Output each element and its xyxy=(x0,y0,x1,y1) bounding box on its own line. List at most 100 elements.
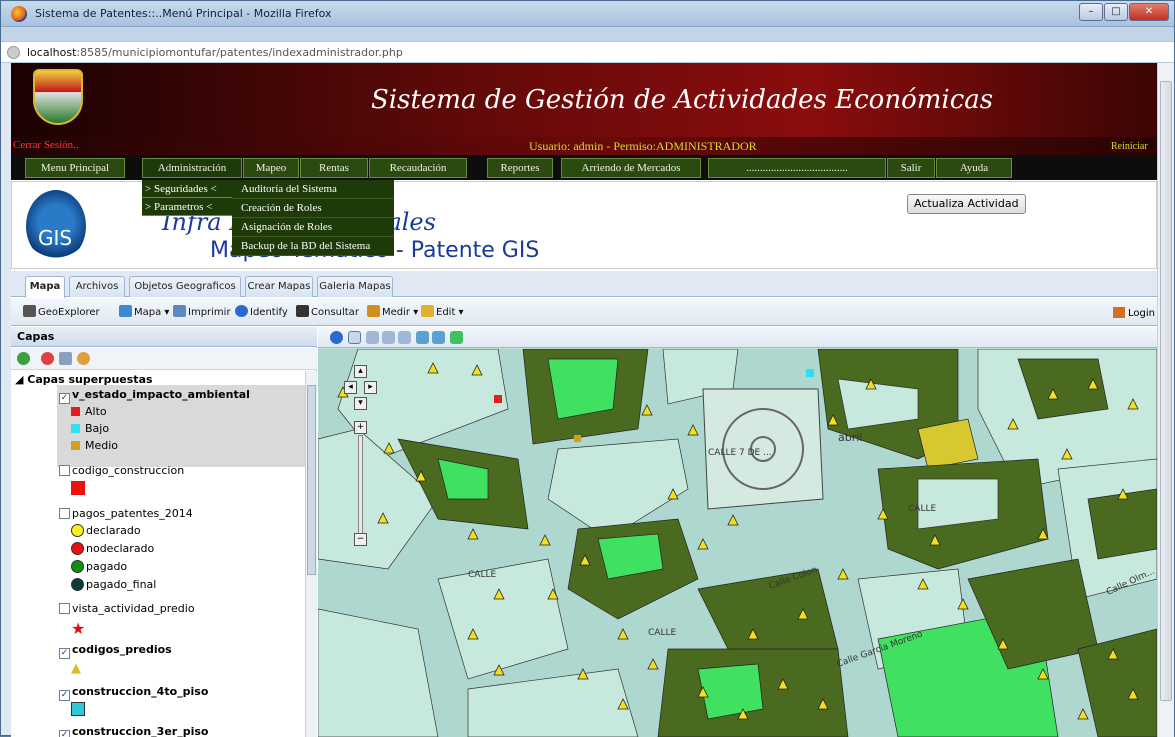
zoom-in-button[interactable]: + xyxy=(354,421,367,434)
submenu-asignacion-roles[interactable]: Asignación de Roles xyxy=(232,218,394,237)
layer-style-icon[interactable] xyxy=(77,352,90,365)
consultar-button[interactable]: Consultar xyxy=(296,305,359,318)
menu-item-arriendo-mercados[interactable]: Arriendo de Mercados xyxy=(561,158,701,178)
municipal-seal-logo xyxy=(33,69,83,125)
menu-item-mapeo[interactable]: Mapeo xyxy=(243,158,299,178)
layers-panel: Capas ◢ Capas superpuestas ✓ v_estado_imp… xyxy=(11,327,317,737)
submenu-seguridades[interactable]: > Seguridades < xyxy=(142,180,233,198)
full-extent-icon[interactable] xyxy=(450,331,463,344)
add-layer-icon[interactable] xyxy=(17,352,30,365)
firefox-icon xyxy=(11,6,27,22)
close-button[interactable]: ✕ xyxy=(1129,3,1169,21)
zoom-box-icon[interactable] xyxy=(398,331,411,344)
legend-dot xyxy=(71,560,84,573)
submenu-backup-bd[interactable]: Backup de la BD del Sistema xyxy=(232,237,394,256)
maximize-button[interactable]: □ xyxy=(1104,3,1128,21)
layer-item[interactable]: pagos_patentes_2014 xyxy=(59,507,193,520)
actualiza-actividad-button[interactable]: Actualiza Actividad xyxy=(907,194,1026,214)
legend-swatch xyxy=(71,407,80,416)
pan-right-button[interactable]: ▸ xyxy=(364,381,377,394)
checkbox-unchecked[interactable] xyxy=(59,508,70,519)
address-bar[interactable]: localhost:8585/municipiomontufar/patente… xyxy=(1,41,1174,63)
legend-item: Medio xyxy=(71,439,118,452)
app-title: Sistema de Gestión de Actividades Económ… xyxy=(371,85,994,115)
pan-up-button[interactable]: ▴ xyxy=(354,365,367,378)
mapa-menu-button[interactable]: Mapa ▾ xyxy=(119,305,169,318)
menu-item-recaudacion[interactable]: Recaudación xyxy=(369,158,467,178)
page-scroll-thumb[interactable] xyxy=(1160,81,1172,701)
menu-item-ayuda[interactable]: Ayuda xyxy=(936,158,1012,178)
legend-dot xyxy=(71,542,84,555)
user-info-bar: Cerrar Sesión.. Usuario: admin - Permiso… xyxy=(11,137,1157,155)
map-panel[interactable]: CALLE 7 DE ... CALLE Calle Colon Calle G… xyxy=(318,327,1157,737)
map-canvas[interactable]: CALLE 7 DE ... CALLE Calle Colon Calle G… xyxy=(318,348,1157,737)
zoom-in-icon[interactable] xyxy=(366,331,379,344)
menu-item-rentas[interactable]: Rentas xyxy=(300,158,368,178)
page-scrollbar[interactable] xyxy=(1157,63,1174,737)
medir-button[interactable]: Medir ▾ xyxy=(367,305,418,318)
checkbox-unchecked[interactable] xyxy=(59,603,70,614)
checkbox-checked[interactable]: ✓ xyxy=(59,648,70,659)
layer-properties-icon[interactable] xyxy=(59,352,72,365)
next-extent-icon[interactable] xyxy=(432,331,445,344)
street-label: abril xyxy=(838,431,862,444)
globe-icon xyxy=(7,46,20,59)
key-icon xyxy=(1113,307,1125,318)
checkbox-checked[interactable]: ✓ xyxy=(59,393,70,404)
tab-archivos[interactable]: Archivos xyxy=(69,276,125,297)
star-icon: ★ xyxy=(71,619,86,638)
menu-item-dots[interactable]: ..................................... xyxy=(708,158,886,178)
layers-toolbar xyxy=(11,348,317,370)
layer-group-label[interactable]: ◢ Capas superpuestas xyxy=(15,373,153,386)
identify-button[interactable]: Identify xyxy=(235,305,288,318)
menu-item-menu-principal[interactable]: Menu Principal xyxy=(25,158,125,178)
scroll-thumb[interactable] xyxy=(307,385,316,575)
previous-extent-icon[interactable] xyxy=(416,331,429,344)
submenu-auditoria[interactable]: Auditoría del Sistema xyxy=(232,180,394,199)
layer-item[interactable]: ✓ construccion_4to_piso xyxy=(59,685,208,701)
login-button[interactable]: Login xyxy=(1113,307,1155,319)
legend-swatch xyxy=(71,424,80,433)
tab-objetos-geograficos[interactable]: Objetos Geograficos xyxy=(129,276,241,297)
menu-item-reportes[interactable]: Reportes xyxy=(487,158,553,178)
layer-item[interactable]: codigo_construccion xyxy=(59,464,184,477)
reiniciar-link[interactable]: Reiniciar xyxy=(1111,141,1148,152)
pan-left-button[interactable]: ◂ xyxy=(344,381,357,394)
minimize-button[interactable]: – xyxy=(1079,3,1103,21)
checkbox-unchecked[interactable] xyxy=(59,465,70,476)
tab-mapa[interactable]: Mapa xyxy=(25,276,65,298)
zoom-out-icon[interactable] xyxy=(382,331,395,344)
layer-tree-scrollbar[interactable] xyxy=(305,371,317,737)
map-svg[interactable]: CALLE 7 DE ... CALLE Calle Colon Calle G… xyxy=(318,348,1157,737)
menu-item-administracion[interactable]: Administración xyxy=(142,158,242,178)
checkbox-checked[interactable]: ✓ xyxy=(59,690,70,701)
printer-icon xyxy=(173,305,186,317)
url-text[interactable]: localhost:8585/municipiomontufar/patente… xyxy=(27,46,403,59)
zoom-out-button[interactable]: − xyxy=(354,533,367,546)
legend-item: nodeclarado xyxy=(71,542,154,555)
pan-icon[interactable] xyxy=(348,331,361,344)
logout-link[interactable]: Cerrar Sesión.. xyxy=(13,139,79,151)
main-menu: Menu Principal Administración Mapeo Rent… xyxy=(11,155,1157,180)
layer-item[interactable]: ✓ codigos_predios xyxy=(59,643,172,659)
legend-dot xyxy=(71,524,84,537)
tab-galeria-mapas[interactable]: Galeria Mapas xyxy=(317,276,393,297)
imprimir-button[interactable]: Imprimir xyxy=(173,305,231,318)
layer-item[interactable]: vista_actividad_predio xyxy=(59,602,195,615)
pan-down-button[interactable]: ▾ xyxy=(354,397,367,410)
zoom-control: ▴ ◂ ▸ ▾ + − xyxy=(344,365,378,546)
submenu-creacion-roles[interactable]: Creación de Roles xyxy=(232,199,394,218)
tab-crear-mapas[interactable]: Crear Mapas xyxy=(245,276,313,297)
layer-item[interactable]: ✓ construccion_3er_piso xyxy=(59,725,208,737)
zoom-slider-track[interactable] xyxy=(358,435,363,535)
map-toolbar: GeoExplorer Mapa ▾ Imprimir Identify Con… xyxy=(11,298,1157,326)
map-nav-toolbar xyxy=(318,327,1157,348)
edit-button[interactable]: Edit ▾ xyxy=(421,305,464,318)
menu-item-salir[interactable]: Salir xyxy=(887,158,935,178)
globe-extent-icon[interactable] xyxy=(330,331,343,344)
geoexplorer-button[interactable]: GeoExplorer xyxy=(23,305,100,318)
layer-item[interactable]: ✓ v_estado_impacto_ambiental xyxy=(59,388,250,404)
remove-layer-icon[interactable] xyxy=(41,352,54,365)
submenu-parametros[interactable]: > Parametros < xyxy=(142,198,233,216)
legend-item: pagado_final xyxy=(71,578,156,591)
